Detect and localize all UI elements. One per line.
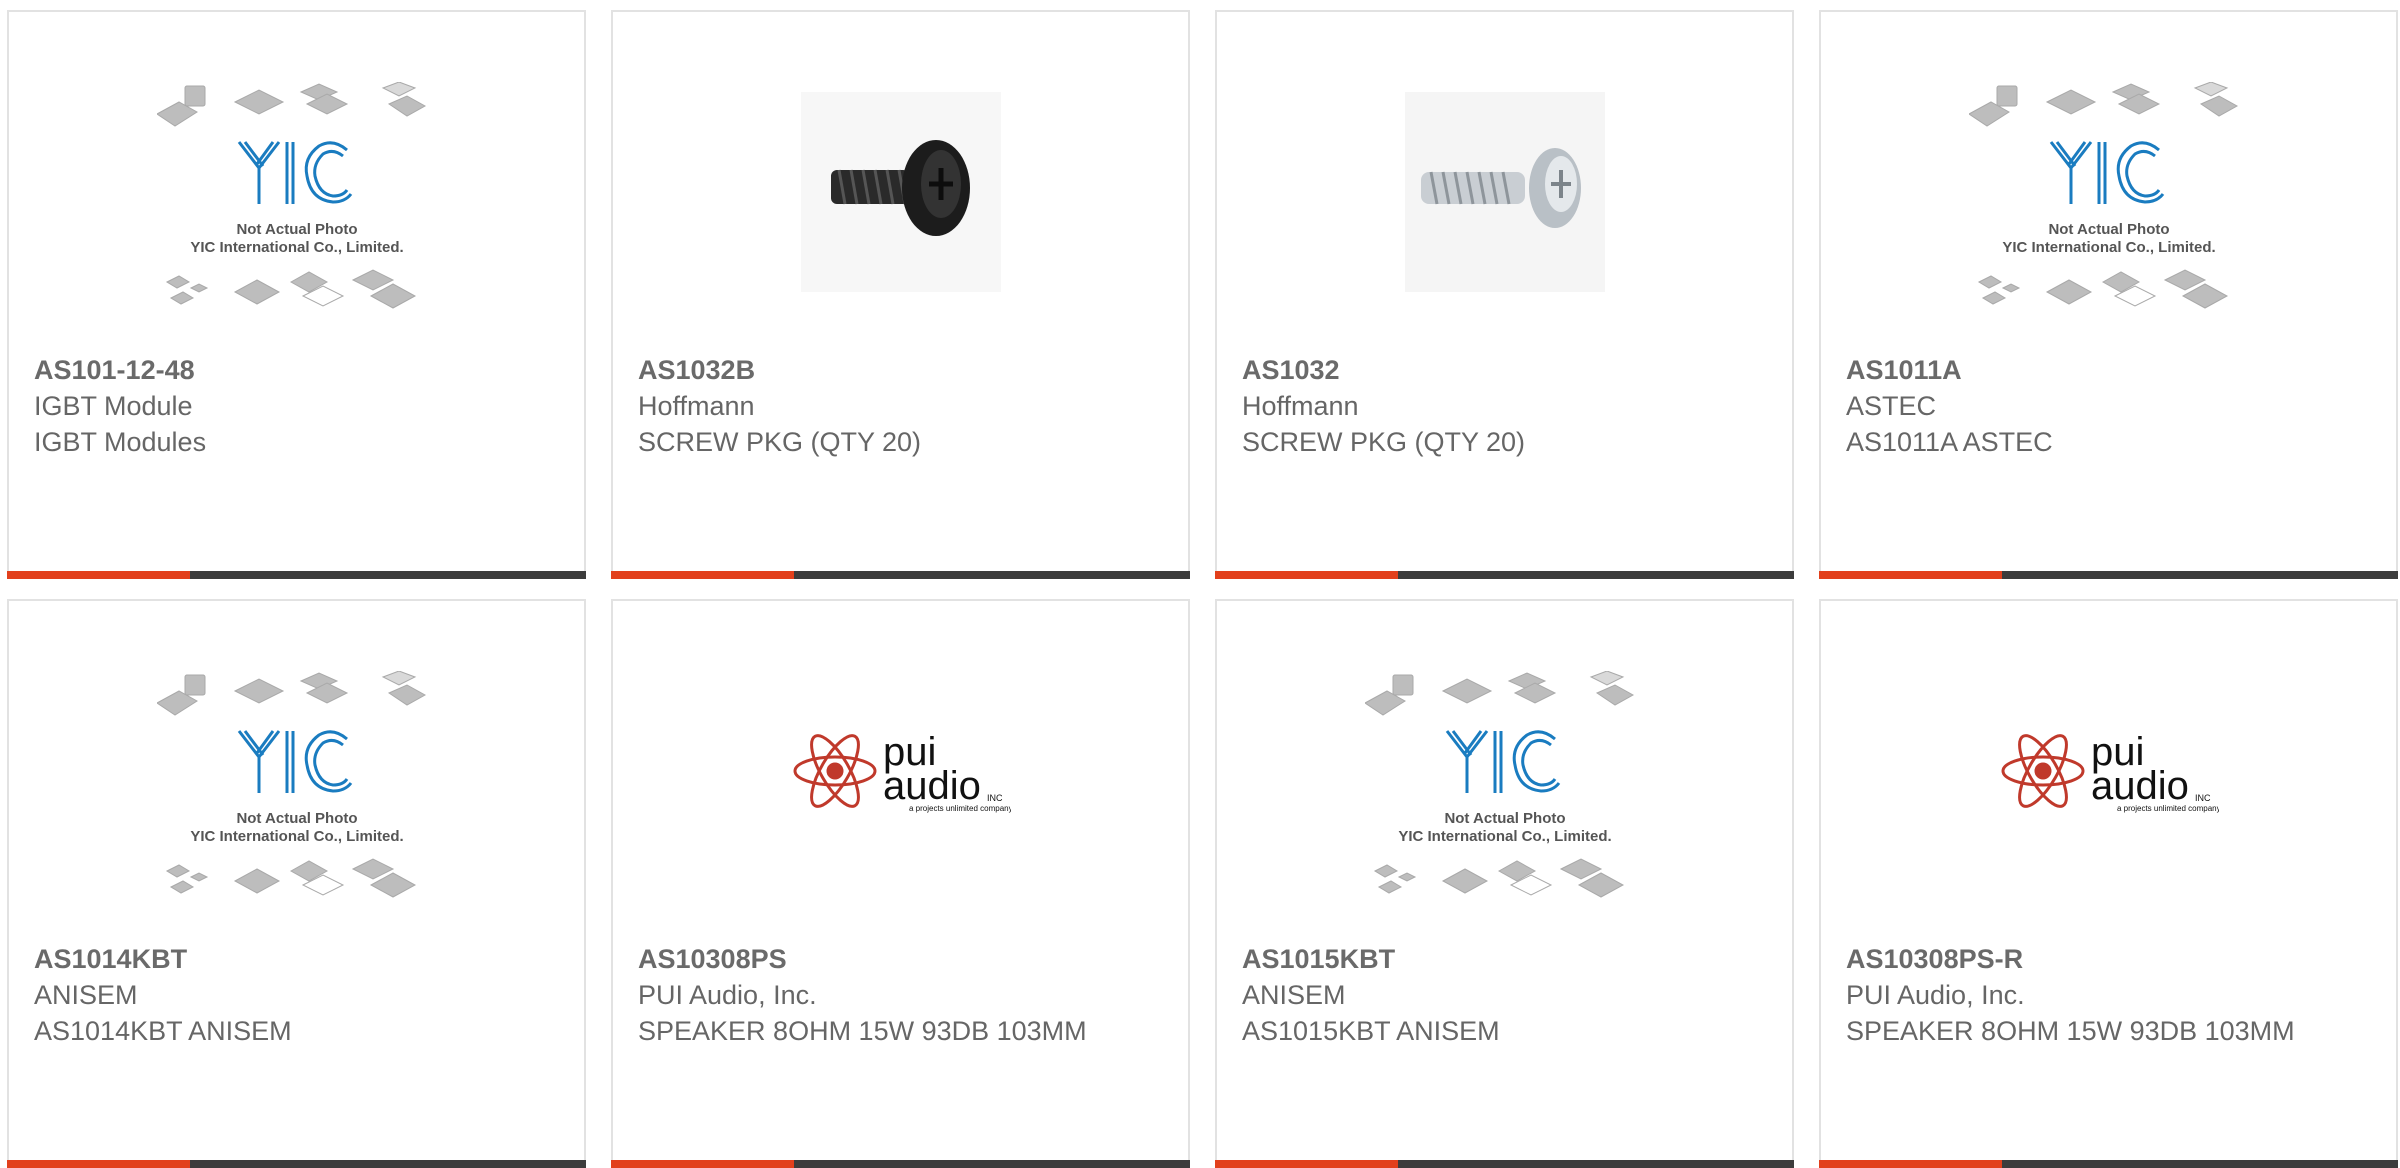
product-image[interactable]: Not Actual Photo YIC International Co., …: [1821, 82, 2396, 352]
product-card[interactable]: pui audio INC a projects unlimited compa…: [611, 599, 1190, 1168]
product-card[interactable]: Not Actual Photo YIC International Co., …: [1215, 599, 1794, 1168]
product-image[interactable]: Not Actual Photo YIC International Co., …: [9, 82, 584, 352]
product-info: AS1011A ASTEC AS1011A ASTEC: [1846, 352, 2366, 460]
pui-audio-logo: pui audio INC a projects unlimited compa…: [2001, 730, 2219, 813]
product-info: AS1015KBT ANISEM AS1015KBT ANISEM: [1242, 941, 1762, 1049]
product-card[interactable]: pui audio INC a projects unlimited compa…: [1819, 599, 2398, 1168]
product-info: AS1014KBT ANISEM AS1014KBT ANISEM: [34, 941, 554, 1049]
yic-logo: [237, 141, 352, 204]
svg-text:YIC International Co., Limited: YIC International Co., Limited.: [1398, 828, 1611, 845]
product-card[interactable]: AS1032 Hoffmann SCREW PKG (QTY 20): [1215, 10, 1794, 579]
card-accent-bar: [1819, 571, 2002, 579]
part-number-link[interactable]: AS101-12-48: [34, 352, 554, 388]
description: SPEAKER 8OHM 15W 93DB 103MM: [1846, 1016, 2295, 1046]
card-accent-bar: [611, 571, 794, 579]
svg-text:Not Actual Photo: Not Actual Photo: [236, 221, 357, 238]
card-accent-bar: [7, 571, 190, 579]
svg-text:Not Actual Photo: Not Actual Photo: [2048, 221, 2169, 238]
svg-text:a projects unlimited company: a projects unlimited company: [2117, 804, 2219, 813]
svg-text:YIC International Co., Limited: YIC International Co., Limited.: [190, 239, 403, 256]
product-image[interactable]: [613, 82, 1188, 352]
product-image[interactable]: Not Actual Photo YIC International Co., …: [9, 671, 584, 941]
product-info: AS10308PS PUI Audio, Inc. SPEAKER 8OHM 15W…: [638, 941, 1158, 1049]
part-number-link[interactable]: AS1032: [1242, 352, 1762, 388]
part-number-link[interactable]: AS10308PS-R: [1846, 941, 2366, 977]
product-grid: Not Actual Photo YIC International Co., …: [7, 10, 2400, 1168]
product-card[interactable]: Not Actual Photo YIC International Co., …: [7, 10, 586, 579]
svg-text:YIC International Co., Limited: YIC International Co., Limited.: [2002, 239, 2215, 256]
product-image[interactable]: pui audio INC a projects unlimited compa…: [1821, 671, 2396, 941]
placeholder-image: Not Actual Photo YIC International Co., …: [1968, 82, 2238, 309]
product-info: AS10308PS-R PUI Audio, Inc. SPEAKER 8OHM 1…: [1846, 941, 2366, 1049]
product-info: AS1032 Hoffmann SCREW PKG (QTY 20): [1242, 352, 1762, 460]
svg-text:a projects unlimited company: a projects unlimited company: [909, 804, 1011, 813]
atom-icon: [793, 734, 876, 808]
description: SCREW PKG (QTY 20): [638, 427, 922, 457]
card-bottom-bar: [611, 571, 1190, 579]
svg-text:INC: INC: [987, 793, 1003, 803]
description: SPEAKER 8OHM 15W 93DB 103MM: [638, 1016, 1087, 1046]
product-image[interactable]: pui audio INC a projects unlimited compa…: [613, 671, 1188, 941]
part-number-link[interactable]: AS10308PS: [638, 941, 1158, 977]
product-info: AS101-12-48 IGBT Module IGBT Modules: [34, 352, 554, 460]
description: AS1011A ASTEC: [1846, 427, 2053, 457]
product-card[interactable]: Not Actual Photo YIC International Co., …: [7, 599, 586, 1168]
manufacturer: ANISEM: [34, 980, 138, 1010]
screw-image: [1404, 92, 1605, 292]
product-image[interactable]: Not Actual Photo YIC International Co., …: [1217, 671, 1792, 941]
manufacturer: PUI Audio, Inc.: [1846, 980, 2025, 1010]
product-image[interactable]: [1217, 82, 1792, 352]
description: IGBT Modules: [34, 427, 207, 457]
placeholder-image: Not Actual Photo YIC International Co., …: [1364, 671, 1634, 898]
part-number-link[interactable]: AS1014KBT: [34, 941, 554, 977]
part-number-link[interactable]: AS1015KBT: [1242, 941, 1762, 977]
svg-text:audio: audio: [883, 764, 981, 808]
manufacturer: ASTEC: [1846, 391, 1937, 421]
svg-text:INC: INC: [2195, 793, 2211, 803]
part-number-link[interactable]: AS1032B: [638, 352, 1158, 388]
manufacturer: ANISEM: [1242, 980, 1346, 1010]
placeholder-image: Not Actual Photo YIC International Co., …: [156, 671, 426, 898]
manufacturer: PUI Audio, Inc.: [638, 980, 817, 1010]
product-info: AS1032B Hoffmann SCREW PKG (QTY 20): [638, 352, 1158, 460]
screw-image: [800, 92, 1001, 292]
description: AS1014KBT ANISEM: [34, 1016, 292, 1046]
card-bottom-bar: [1819, 571, 2398, 579]
atom-icon: [2001, 734, 2084, 808]
product-card[interactable]: AS1032B Hoffmann SCREW PKG (QTY 20): [611, 10, 1190, 579]
card-bottom-bar: [1215, 571, 1794, 579]
card-accent-bar: [1215, 571, 1398, 579]
manufacturer: Hoffmann: [638, 391, 755, 421]
yic-logo: [2049, 141, 2164, 204]
svg-text:Not Actual Photo: Not Actual Photo: [236, 810, 357, 827]
description: AS1015KBT ANISEM: [1242, 1016, 1500, 1046]
part-number-link[interactable]: AS1011A: [1846, 352, 2366, 388]
manufacturer: Hoffmann: [1242, 391, 1359, 421]
product-card[interactable]: Not Actual Photo YIC International Co., …: [1819, 10, 2398, 579]
description: SCREW PKG (QTY 20): [1242, 427, 1526, 457]
yic-logo: [237, 730, 352, 793]
placeholder-image: Not Actual Photo YIC International Co., …: [156, 82, 426, 309]
yic-logo: [1445, 730, 1560, 793]
manufacturer: IGBT Module: [34, 391, 193, 421]
svg-text:audio: audio: [2091, 764, 2189, 808]
card-bottom-bar: [7, 571, 586, 579]
svg-text:YIC International Co., Limited: YIC International Co., Limited.: [190, 828, 403, 845]
pui-audio-logo: pui audio INC a projects unlimited compa…: [793, 730, 1011, 813]
svg-text:Not Actual Photo: Not Actual Photo: [1444, 810, 1565, 827]
